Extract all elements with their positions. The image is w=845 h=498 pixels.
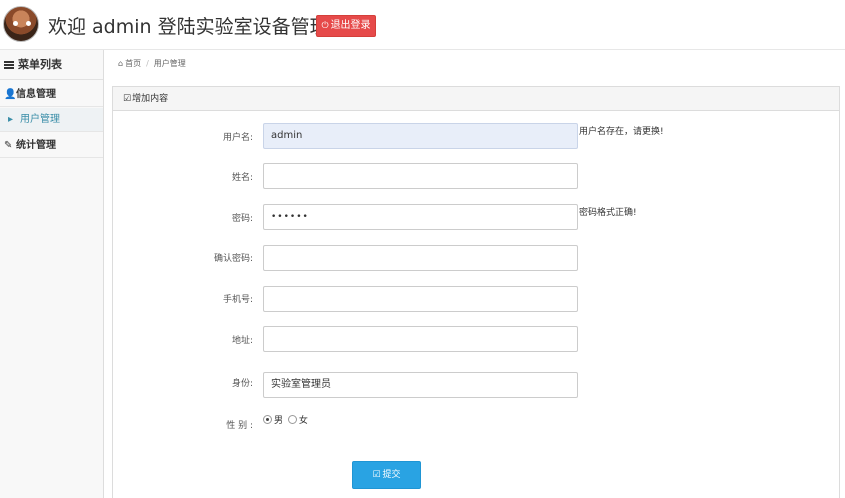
name-input[interactable] xyxy=(263,163,578,189)
list-icon xyxy=(4,61,14,69)
power-icon: ⏻ xyxy=(321,21,329,31)
check-square-icon: ☑ xyxy=(372,470,381,480)
address-label: 地址: xyxy=(231,336,253,346)
caret-right-icon: ▸ xyxy=(8,114,14,125)
submit-button[interactable]: ☑ 提交 xyxy=(352,461,421,489)
menu-title: 菜单列表 xyxy=(18,58,62,71)
breadcrumb-current: 用户管理 xyxy=(153,59,186,68)
home-icon: ⌂ xyxy=(118,59,124,68)
sidebar-item-label: 统计管理 xyxy=(16,140,56,151)
panel-title: 增加内容 xyxy=(132,94,169,104)
app-window: 欢迎 admin 登陆实验室设备管理系统 ⏻ 退出登录 菜单列表 👤信息管理 ▸ 用… xyxy=(0,0,845,498)
sidebar-item-user-management[interactable]: ▸ 用户管理 xyxy=(0,108,103,132)
edit-icon: ☑ xyxy=(123,94,132,104)
submit-label: 提交 xyxy=(382,470,401,480)
username-hint: 用户名存在，请更换! xyxy=(579,127,664,137)
confirm-password-label: 确认密码: xyxy=(213,254,253,264)
sidebar: 菜单列表 👤信息管理 ▸ 用户管理 ✎ 统计管理 xyxy=(0,50,104,498)
gender-male-label: 男 xyxy=(274,416,284,426)
username-input[interactable]: admin xyxy=(263,123,578,149)
gender-female-radio[interactable] xyxy=(287,415,297,424)
confirm-password-input[interactable] xyxy=(263,245,578,271)
password-hint: 密码格式正确! xyxy=(579,208,637,218)
gender-radio-group: 男 女 xyxy=(263,413,310,426)
panel-heading: ☑增加内容 xyxy=(113,87,839,111)
username-label: 用户名: xyxy=(222,133,253,143)
top-header: 欢迎 admin 登陆实验室设备管理系统 ⏻ 退出登录 xyxy=(0,0,845,50)
phone-label: 手机号: xyxy=(222,295,253,305)
name-label: 姓名: xyxy=(231,173,253,183)
password-label: 密码: xyxy=(231,214,253,224)
role-label: 身份: xyxy=(231,379,253,389)
address-input[interactable] xyxy=(263,326,578,352)
breadcrumb-home-link[interactable]: 首页 xyxy=(125,59,141,68)
logout-label: 退出登录 xyxy=(330,20,371,31)
password-input[interactable]: •••••• xyxy=(263,204,578,230)
gender-female-label: 女 xyxy=(298,416,308,426)
sidebar-item-label: 用户管理 xyxy=(20,114,60,125)
avatar xyxy=(3,6,39,42)
gender-label: 性 别 : xyxy=(226,421,253,431)
phone-input[interactable] xyxy=(263,286,578,312)
sidebar-item-label: 信息管理 xyxy=(16,89,56,100)
edit-icon: ✎ xyxy=(4,140,13,151)
sidebar-menu-header: 菜单列表 xyxy=(0,50,103,80)
breadcrumb: ⌂ 首页 / 用户管理 xyxy=(118,59,186,68)
user-icon: 👤 xyxy=(4,89,17,100)
sidebar-item-info-management[interactable]: 👤信息管理 xyxy=(0,83,103,107)
gender-male-radio[interactable] xyxy=(263,415,272,424)
role-input[interactable]: 实验室管理员 xyxy=(263,372,578,398)
sidebar-item-statistics-management[interactable]: ✎ 统计管理 xyxy=(0,134,103,158)
logout-button[interactable]: ⏻ 退出登录 xyxy=(316,15,376,37)
